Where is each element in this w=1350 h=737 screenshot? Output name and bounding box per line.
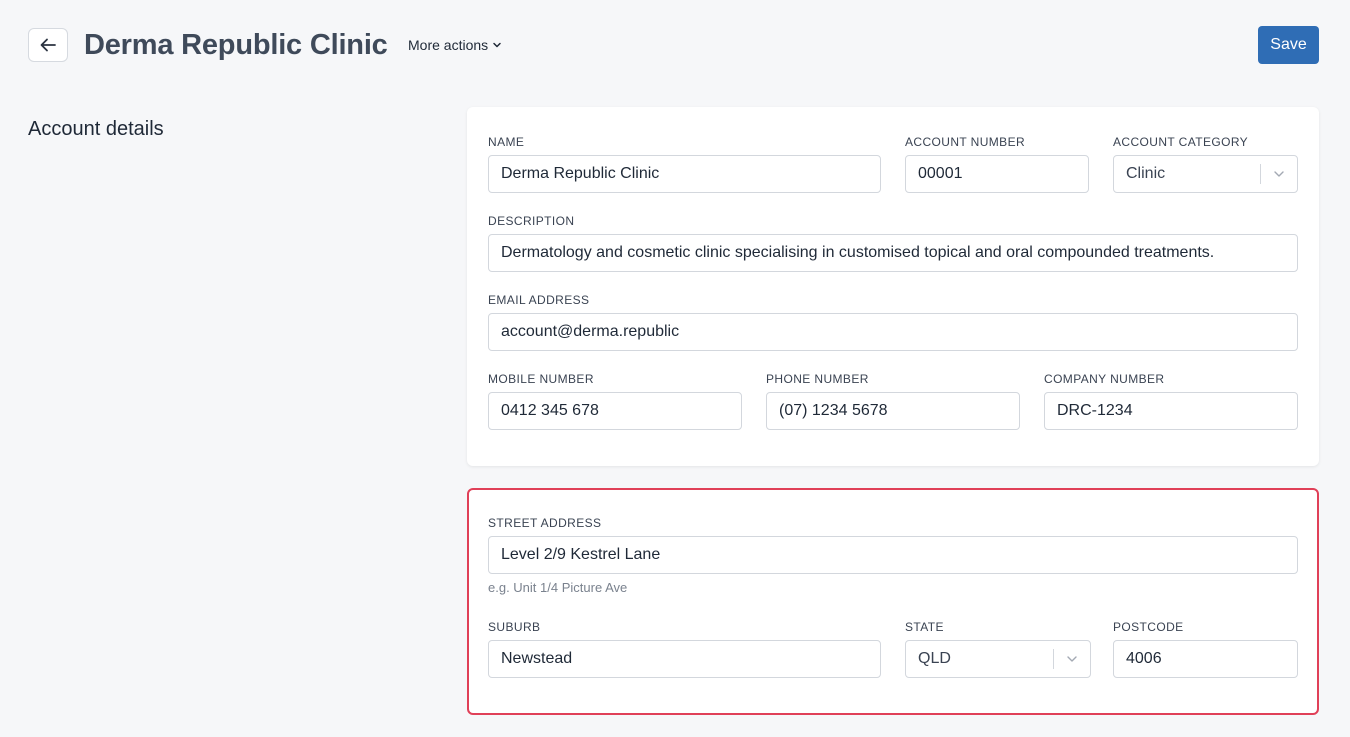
name-label: NAME [488, 135, 525, 149]
phone-value: (07) 1234 5678 [779, 402, 888, 419]
save-button[interactable]: Save [1258, 26, 1319, 64]
more-actions-menu[interactable]: More actions [408, 36, 502, 54]
name-value: Derma Republic Clinic [501, 165, 660, 182]
description-value: Dermatology and cosmetic clinic speciali… [501, 244, 1215, 261]
state-label: STATE [905, 620, 944, 634]
email-field-group: EMAIL ADDRESS account@derma.republic [488, 293, 1298, 351]
account-number-field-group: ACCOUNT NUMBER 00001 [905, 135, 1089, 193]
suburb-label: SUBURB [488, 620, 541, 634]
street-address-input[interactable]: Level 2/9 Kestrel Lane [488, 536, 1298, 574]
account-number-label: ACCOUNT NUMBER [905, 135, 1026, 149]
street-address-value: Level 2/9 Kestrel Lane [501, 546, 661, 563]
chevron-down-icon [1274, 171, 1284, 177]
description-input[interactable]: Dermatology and cosmetic clinic speciali… [488, 234, 1298, 272]
suburb-input[interactable]: Newstead [488, 640, 881, 678]
description-field-group: DESCRIPTION Dermatology and cosmetic cli… [488, 214, 1298, 272]
page-title: Derma Republic Clinic [84, 29, 388, 61]
more-actions-label: More actions [408, 37, 489, 53]
street-address-helper: e.g. Unit 1/4 Picture Ave [488, 580, 628, 595]
company-number-label: COMPANY NUMBER [1044, 372, 1165, 386]
mobile-value: 0412 345 678 [501, 402, 599, 419]
company-number-value: DRC-1234 [1057, 402, 1133, 419]
name-field-group: NAME Derma Republic Clinic [488, 135, 881, 193]
phone-field-group: PHONE NUMBER (07) 1234 5678 [766, 372, 1020, 430]
phone-label: PHONE NUMBER [766, 372, 869, 386]
mobile-field-group: MOBILE NUMBER 0412 345 678 [488, 372, 742, 430]
company-number-input[interactable]: DRC-1234 [1044, 392, 1298, 430]
arrow-left-icon [40, 38, 56, 52]
account-category-select[interactable]: Clinic [1113, 155, 1298, 193]
postcode-value: 4006 [1126, 650, 1162, 667]
section-title: Account details [28, 118, 164, 140]
state-select[interactable]: QLD [905, 640, 1091, 678]
email-value: account@derma.republic [501, 323, 680, 340]
account-details-card: NAME Derma Republic Clinic ACCOUNT NUMBE… [467, 107, 1319, 466]
postcode-label: POSTCODE [1113, 620, 1184, 634]
account-number-value: 00001 [918, 165, 963, 182]
chevron-down-icon [493, 42, 501, 48]
chevron-down-icon [1067, 656, 1077, 662]
street-address-label: STREET ADDRESS [488, 516, 602, 530]
account-category-field-group: ACCOUNT CATEGORY Clinic [1113, 135, 1298, 193]
account-category-value: Clinic [1126, 165, 1166, 182]
company-number-field-group: COMPANY NUMBER DRC-1234 [1044, 372, 1298, 430]
mobile-label: MOBILE NUMBER [488, 372, 594, 386]
street-address-field-group: STREET ADDRESS Level 2/9 Kestrel Lane e.… [488, 516, 1298, 595]
page-header: Derma Republic Clinic More actions Save [0, 0, 1350, 90]
description-label: DESCRIPTION [488, 214, 575, 228]
suburb-value: Newstead [501, 650, 573, 667]
state-value: QLD [918, 650, 951, 667]
suburb-field-group: SUBURB Newstead [488, 620, 881, 678]
name-input[interactable]: Derma Republic Clinic [488, 155, 881, 193]
state-field-group: STATE QLD [905, 620, 1091, 678]
back-button[interactable] [28, 28, 68, 62]
account-number-input[interactable]: 00001 [905, 155, 1089, 193]
address-card: STREET ADDRESS Level 2/9 Kestrel Lane e.… [467, 488, 1319, 715]
postcode-input[interactable]: 4006 [1113, 640, 1298, 678]
postcode-field-group: POSTCODE 4006 [1113, 620, 1298, 678]
email-input[interactable]: account@derma.republic [488, 313, 1298, 351]
email-label: EMAIL ADDRESS [488, 293, 590, 307]
account-category-label: ACCOUNT CATEGORY [1113, 135, 1249, 149]
mobile-input[interactable]: 0412 345 678 [488, 392, 742, 430]
phone-input[interactable]: (07) 1234 5678 [766, 392, 1020, 430]
